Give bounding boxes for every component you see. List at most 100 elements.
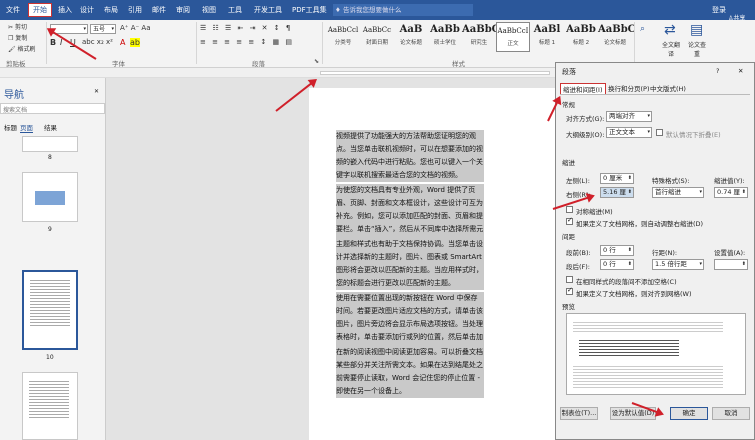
paragraph[interactable]: 主题和样式也有助于文档保持协调。当您单击设计并选择新的主题时，图片、图表或 Sm… xyxy=(336,238,484,290)
style-preview: AaBb xyxy=(430,24,460,35)
right-indent-input[interactable]: 5.16 厘 ⬍ xyxy=(600,187,634,198)
tabs-button[interactable]: 制表位(T)... xyxy=(560,407,598,420)
paragraph[interactable]: 在新的阅读视图中阅读更加容易。可以折叠文档某些部分并关注所需文本。如果在达到结尾… xyxy=(336,346,484,398)
style-item[interactable]: AaBb 标题 2 xyxy=(564,22,598,52)
close-icon[interactable]: ✕ xyxy=(94,88,99,95)
grow-font-button[interactable]: A⁺ A⁻ Aa xyxy=(120,24,151,32)
style-preview: AaBbC xyxy=(462,24,500,35)
no-space-checkbox[interactable] xyxy=(566,276,573,283)
style-item[interactable]: AaBb 硕士学位 xyxy=(428,22,462,52)
help-button[interactable]: ? xyxy=(716,67,719,75)
style-item[interactable]: AaBl 标题 1 xyxy=(530,22,564,52)
styles-group-label: 样式 xyxy=(452,60,465,68)
special-indent-select[interactable]: 首行缩进 ▾ xyxy=(652,187,704,198)
font-group-label: 字体 xyxy=(112,60,125,68)
page-thumbnail-selected[interactable] xyxy=(22,270,78,350)
ok-button[interactable]: 确定 xyxy=(670,407,708,420)
space-before-input[interactable]: 0 行 ⬍ xyxy=(600,245,634,256)
nav-search-input[interactable]: 搜索文档 xyxy=(0,103,105,114)
nav-tab-pages[interactable]: 页面 xyxy=(20,122,33,133)
tab-mailings[interactable]: 邮件 xyxy=(152,5,166,15)
paragraph-dialog: 段落 ? ✕ 缩进和间距(I) 换行和分页(P) 中文版式(H) 常规 对齐方式… xyxy=(555,62,755,440)
check-button[interactable]: 论文查重 xyxy=(686,40,708,58)
style-preview: AaBbCc xyxy=(362,26,392,34)
style-preview: AaBbCcI xyxy=(497,27,529,35)
copy-icon: ❐ xyxy=(8,35,14,42)
style-item[interactable]: AaBbCc 封面日期 xyxy=(360,22,394,52)
page-thumbnail[interactable] xyxy=(22,372,78,440)
tab-review[interactable]: 审阅 xyxy=(176,5,190,15)
general-section: 常规 xyxy=(562,101,575,109)
ribbon-divider xyxy=(196,22,197,64)
style-name: 论文标题 xyxy=(399,40,422,46)
ribbon: ✂ 剪切 ❐ 复制 🖌 格式刷 剪贴板 ▾ 五号▾ A⁺ A⁻ Aa B I U… xyxy=(0,20,755,68)
find-icon[interactable]: ⌕ xyxy=(640,24,645,34)
tab-references[interactable]: 引用 xyxy=(128,5,142,15)
alignment-select[interactable]: 两端对齐 ▾ xyxy=(606,111,652,122)
translate-button[interactable]: 全文翻译 xyxy=(660,40,682,58)
left-indent-input[interactable]: 0 厘米 ⬍ xyxy=(600,173,634,184)
tell-me-search[interactable]: ♦ 告诉我您想要做什么 xyxy=(333,4,473,16)
special-indent-label: 特殊格式(S): xyxy=(652,177,690,185)
paragraph-launcher-icon[interactable]: ⬊ xyxy=(314,58,319,65)
tab-home[interactable]: 开始 xyxy=(28,3,52,17)
copy-button[interactable]: ❐ 复制 xyxy=(8,33,27,42)
style-item[interactable]: AaBbCcl 分类号 xyxy=(326,22,360,52)
paragraph[interactable]: 视频提供了功能强大的方法帮助您证明您的观点。当您单击联机视频时，可以在想要添加的… xyxy=(336,130,484,182)
translate-icon: ⇄ xyxy=(664,22,676,38)
nav-tab-headings[interactable]: 标题 xyxy=(4,122,17,132)
tab-asian-typography[interactable]: 中文版式(H) xyxy=(650,83,686,93)
font-size-select[interactable]: 五号 ▾ xyxy=(90,24,116,34)
preview-section: 预览 xyxy=(562,303,575,311)
align-buttons[interactable]: ≡ ≡ ≡ ≡ ≡ ↕ ▦ ▤ xyxy=(200,38,294,46)
alignment-label: 对齐方式(G): xyxy=(566,115,605,123)
at-label: 设置值(A): xyxy=(714,249,746,257)
tab-view[interactable]: 视图 xyxy=(202,5,216,15)
line-spacing-select[interactable]: 1.5 倍行距 ▾ xyxy=(652,259,704,270)
style-preview: AaBl xyxy=(533,24,561,35)
page-number: 8 xyxy=(48,154,52,161)
style-item[interactable]: AaB 论文标题 xyxy=(394,22,428,52)
style-preview: AaBbCcl xyxy=(327,26,359,34)
tab-tools[interactable]: 工具 xyxy=(228,5,242,15)
cut-button[interactable]: ✂ 剪切 xyxy=(8,22,27,31)
login-link[interactable]: 登录 xyxy=(712,5,726,15)
style-item[interactable]: AaBbC 研究生 xyxy=(462,22,500,52)
tab-layout[interactable]: 布局 xyxy=(104,5,118,15)
auto-right-indent-label: 如果定义了文档网格，则自动调整右缩进(D) xyxy=(576,220,704,228)
tab-insert[interactable]: 插入 xyxy=(58,5,72,15)
bold-button[interactable]: B xyxy=(50,38,56,47)
ribbon-divider xyxy=(322,22,323,64)
cancel-button[interactable]: 取消 xyxy=(712,407,750,420)
tab-developer[interactable]: 开发工具 xyxy=(254,5,282,15)
tab-file[interactable]: 文件 xyxy=(6,5,20,15)
tab-design[interactable]: 设计 xyxy=(80,5,94,15)
list-buttons[interactable]: ☰ ☷ ☰ ⇤ ⇥ ✕ ↕ ¶ xyxy=(200,24,292,32)
auto-right-indent-checkbox[interactable] xyxy=(566,216,573,225)
snap-grid-checkbox[interactable] xyxy=(566,286,573,295)
style-item[interactable]: AaBbC 论文标题 xyxy=(598,22,636,52)
page-thumbnail[interactable] xyxy=(22,136,78,152)
tab-pdf-tools[interactable]: PDF工具集 xyxy=(292,5,327,15)
highlight-button[interactable]: ab xyxy=(130,38,140,47)
strikethrough-button[interactable]: abc x₂ x² xyxy=(82,38,113,46)
text-lines xyxy=(30,278,70,328)
mirror-indents-checkbox[interactable] xyxy=(566,206,573,213)
space-after-input[interactable]: 0 行 ⬍ xyxy=(600,259,634,270)
tab-divider xyxy=(560,94,750,95)
nav-tab-results[interactable]: 结果 xyxy=(44,122,57,132)
preview-current-lines xyxy=(579,338,679,358)
preview-next-lines xyxy=(573,364,723,388)
page-thumbnail[interactable] xyxy=(22,172,78,222)
outline-level-select[interactable]: 正文文本 ▾ xyxy=(606,127,652,138)
collapsed-checkbox[interactable] xyxy=(656,129,663,136)
font-color-button[interactable]: A xyxy=(120,38,125,47)
tab-line-page-breaks[interactable]: 换行和分页(P) xyxy=(608,83,650,93)
collapsed-label: 默认情况下折叠(E) xyxy=(666,131,721,139)
indent-by-input[interactable]: 0.74 厘 ⬍ xyxy=(714,187,748,198)
at-input[interactable]: ⬍ xyxy=(714,259,748,270)
lightbulb-icon: ♦ xyxy=(335,6,341,14)
style-item[interactable]: AaBbCcI 正文 xyxy=(496,22,530,52)
close-button[interactable]: ✕ xyxy=(738,67,743,75)
format-painter-button[interactable]: 🖌 格式刷 xyxy=(8,44,36,53)
